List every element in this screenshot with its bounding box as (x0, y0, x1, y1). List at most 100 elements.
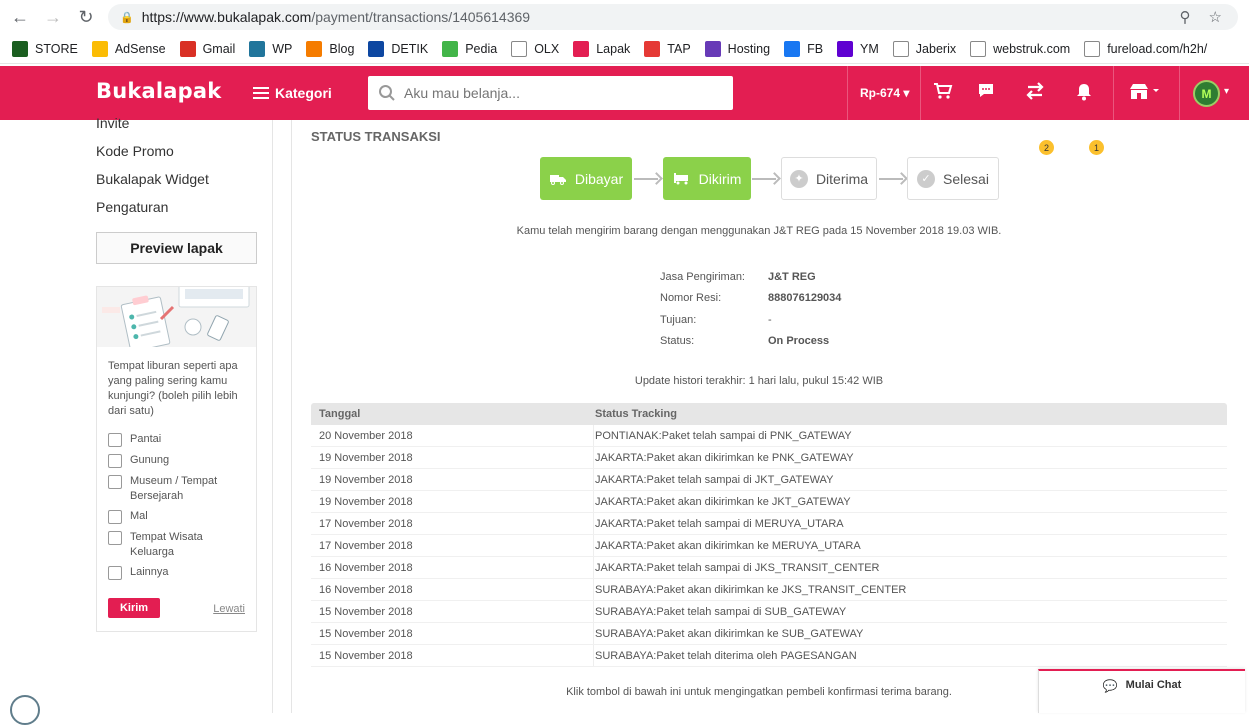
tanggal-cell: 15 November 2018 (311, 601, 594, 622)
mulai-chat-button[interactable]: 💬 Mulai Chat (1038, 669, 1245, 713)
status-cell: JAKARTA:Paket akan dikirimkan ke MERUYA_… (595, 539, 861, 552)
survey-option[interactable]: Lainnya (97, 565, 256, 580)
bookmark-item[interactable]: fureload.com/h2h/ (1084, 40, 1207, 57)
kategori-menu[interactable]: Kategori (253, 84, 332, 102)
transaction-icon[interactable] (1025, 82, 1045, 105)
option-label: Gunung (130, 454, 170, 466)
survey-option[interactable]: Museum / Tempat Bersejarah (97, 474, 256, 504)
step-diterima: ✦ Diterima (781, 157, 877, 200)
tanggal-cell: 20 November 2018 (311, 425, 594, 446)
status-cell: JAKARTA:Paket telah sampai di MERUYA_UTA… (595, 517, 844, 530)
star-icon[interactable]: ☆ (1209, 8, 1222, 26)
avatar (10, 695, 40, 725)
checkbox[interactable] (108, 475, 122, 489)
wordpress-icon (249, 40, 266, 57)
bookmark-item[interactable]: Pedia (442, 40, 498, 57)
back-icon[interactable]: ← (8, 5, 32, 29)
reload-icon[interactable]: ↻ (74, 5, 98, 29)
chat-label: Mulai Chat (1125, 679, 1182, 691)
step-label: Dibayar (574, 170, 624, 187)
chevron-down-icon[interactable]: ▾ (1224, 86, 1229, 97)
bookmark-item[interactable]: OLX (511, 40, 559, 57)
step-dibayar: Dibayar (540, 157, 632, 200)
table-row: 19 November 2018 JAKARTA:Paket akan dikir… (311, 491, 1227, 513)
chat-bubble-icon[interactable] (977, 82, 995, 104)
bookmark-item[interactable]: Jaberix (892, 40, 956, 57)
bookmark-label: AdSense (114, 41, 166, 56)
bookmark-item[interactable]: WP (249, 40, 292, 57)
m-icon (12, 40, 28, 57)
bookmark-item[interactable]: DETIK (368, 40, 428, 57)
table-row: 19 November 2018 JAKARTA:Paket akan dikir… (311, 447, 1227, 469)
header-divider (1113, 66, 1114, 120)
search-box[interactable] (368, 76, 733, 110)
bookmark-item[interactable]: Blog (306, 40, 354, 57)
bookmark-label: Pedia (465, 41, 498, 56)
bookmark-item[interactable]: FB (784, 40, 823, 57)
option-label: Tempat Wisata Keluarga (130, 531, 203, 558)
header-tanggal: Tanggal (319, 408, 361, 420)
bookmark-item[interactable]: webstruk.com (970, 40, 1070, 57)
search-input[interactable] (404, 85, 704, 101)
bookmark-item[interactable]: STORE (12, 40, 78, 57)
step-arrow-icon (752, 172, 781, 186)
status-cell: PONTIANAK:Paket telah sampai di PNK_GATE… (595, 429, 852, 442)
url-bar[interactable]: 🔒 https://www.bukalapak.com/payment/tran… (108, 4, 1238, 30)
checkbox[interactable] (108, 531, 122, 545)
step-dikirim: Dikirim (663, 157, 751, 200)
lewati-link[interactable]: Lewati (213, 603, 245, 615)
bookmark-item[interactable]: Lapak (573, 40, 631, 57)
cart-icon[interactable] (933, 82, 953, 105)
bookmark-label: Lapak (596, 41, 631, 56)
option-label: Lainnya (130, 566, 169, 578)
table-row: 20 November 2018 PONTIANAK:Paket telah sa… (311, 425, 1227, 447)
menu-icon (253, 84, 269, 102)
browser-toolbar: ← → ↻ 🔒 https://www.bukalapak.com/paymen… (0, 0, 1249, 34)
sidebar-link-widget[interactable]: Bukalapak Widget (96, 171, 209, 187)
bookmark-item[interactable]: TAP (644, 40, 691, 57)
search-icon (379, 85, 395, 101)
update-message: Update histori terakhir: 1 hari lalu, pu… (634, 375, 884, 387)
bell-icon[interactable] (1075, 82, 1093, 106)
checkbox[interactable] (108, 510, 122, 524)
sidebar-link-invite[interactable]: Invite (96, 115, 129, 131)
header-status: Status Tracking (595, 408, 677, 420)
bookmark-item[interactable]: YM (837, 40, 879, 57)
info-label: Nomor Resi: (660, 292, 722, 304)
status-cell: SURABAYA:Paket telah sampai di SUB_GATEW… (595, 605, 847, 618)
info-label: Tujuan: (660, 314, 697, 326)
survey-option[interactable]: Gunung (97, 453, 256, 468)
table-row: 15 November 2018 SURABAYA:Paket telah dit… (311, 645, 1227, 667)
bookmark-label: Gmail (202, 41, 236, 56)
bukalapak-logo[interactable]: Bukalapak (96, 79, 221, 103)
bookmark-item[interactable]: AdSense (91, 40, 166, 57)
tanggal-cell: 16 November 2018 (311, 557, 594, 578)
step-label: Diterima (815, 170, 869, 187)
page-icon (892, 40, 909, 57)
bookmark-item[interactable]: Hosting (704, 40, 770, 57)
survey-option[interactable]: Mal (97, 509, 256, 524)
sidebar-link-pengaturan[interactable]: Pengaturan (96, 199, 168, 215)
saldo-dropdown[interactable]: Rp-674 ▾ (860, 86, 909, 100)
survey-option[interactable]: Pantai (97, 432, 256, 447)
zoom-icon[interactable]: ⚲ (1180, 8, 1191, 26)
checkbox[interactable] (108, 454, 122, 468)
olx-icon (511, 40, 528, 57)
status-cell: SURABAYA:Paket akan dikirimkan ke SUB_GA… (595, 627, 864, 640)
blogger-icon (306, 40, 323, 57)
info-value: 888076129034 (768, 292, 842, 304)
survey-option[interactable]: Tempat Wisata Keluarga (97, 530, 256, 560)
forward-icon[interactable]: → (41, 5, 65, 29)
avatar[interactable]: M (1193, 80, 1220, 107)
store-icon[interactable] (1129, 82, 1159, 105)
checkbox[interactable] (108, 566, 122, 580)
sidebar: Invite Kode Promo Bukalapak Widget Penga… (0, 115, 273, 725)
detik-icon (368, 40, 385, 57)
survey-question: Tempat liburan seperti apa yang paling s… (108, 360, 238, 417)
sidebar-link-kode-promo[interactable]: Kode Promo (96, 143, 174, 159)
checkbox[interactable] (108, 433, 122, 447)
kirim-button[interactable]: Kirim (108, 598, 160, 618)
preview-lapak-button[interactable]: Preview lapak (96, 232, 257, 264)
facebook-icon (784, 40, 801, 57)
bookmark-item[interactable]: Gmail (179, 40, 236, 57)
